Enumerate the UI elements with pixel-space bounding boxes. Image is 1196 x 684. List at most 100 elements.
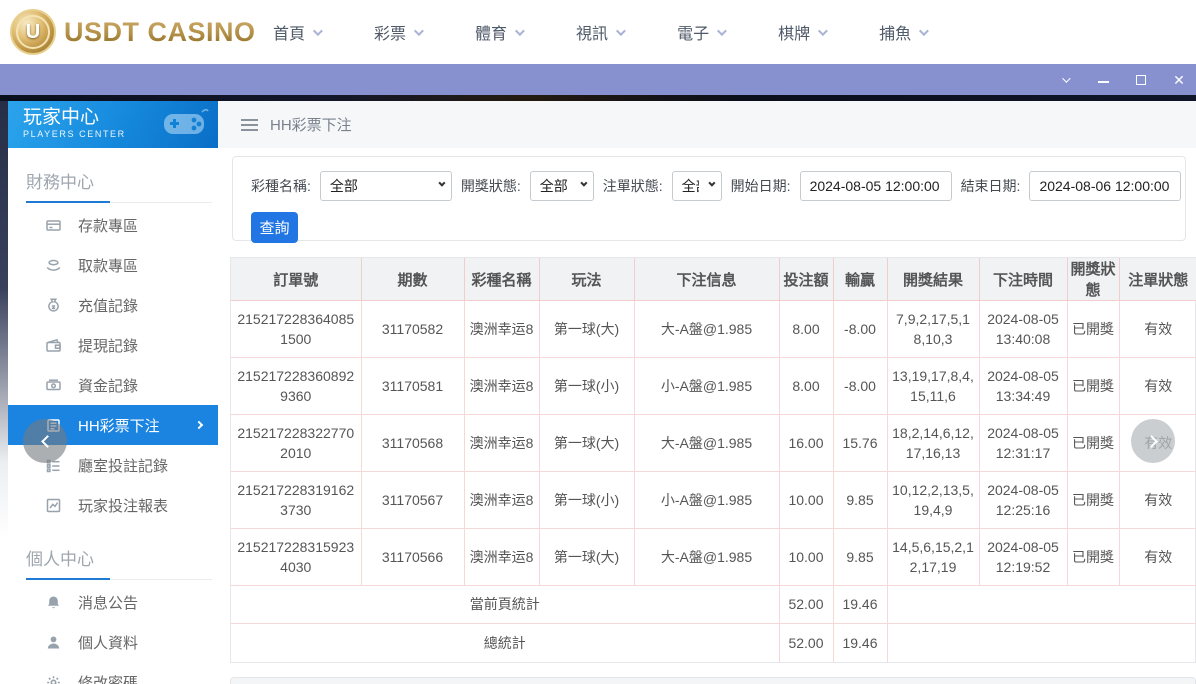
nav-label: 體育 <box>475 20 507 44</box>
section-divider <box>26 201 212 203</box>
cell-order-status: 有效 <box>1119 472 1196 529</box>
start-date-input[interactable] <box>800 171 952 201</box>
nav-item-home[interactable]: 首頁 <box>246 0 347 64</box>
start-date-label: 開始日期: <box>731 176 791 196</box>
menu-toggle-icon[interactable] <box>241 119 258 131</box>
window-left-edge <box>0 101 8 684</box>
window-maximize-button[interactable] <box>1134 73 1148 87</box>
sidebar-item-label: 取款專區 <box>78 255 138 276</box>
sidebar-item-announcements[interactable]: 消息公告 <box>8 582 218 622</box>
cell-period: 31170568 <box>361 415 464 472</box>
nav-item-fishing[interactable]: 捕魚 <box>852 0 953 64</box>
chevron-down-icon <box>414 26 424 36</box>
cell-play-type: 第一球(大) <box>539 415 634 472</box>
col-header-draw-result: 開獎結果 <box>887 258 979 301</box>
table-row: 2152172283159234030 31170566 澳洲幸运8 第一球(大… <box>231 529 1196 586</box>
end-date-input[interactable] <box>1029 171 1181 201</box>
table-header-row: 訂單號 期數 彩種名稱 玩法 下注信息 投注額 輸贏 開獎結果 下注時間 開獎狀… <box>231 258 1196 301</box>
bets-table-container: 訂單號 期數 彩種名稱 玩法 下注信息 投注額 輸贏 開獎結果 下注時間 開獎狀… <box>230 257 1196 663</box>
sidebar-item-recharge-records[interactable]: 充值記錄 <box>8 285 218 325</box>
sidebar-item-label: 個人資料 <box>78 632 138 653</box>
cell-bet-amount: 10.00 <box>779 472 833 529</box>
cell-draw-result: 10,12,2,13,5,19,4,9 <box>887 472 979 529</box>
col-header-play-type: 玩法 <box>539 258 634 301</box>
nav-item-sports[interactable]: 體育 <box>448 0 549 64</box>
section-heading-personal: 個人中心 <box>26 545 200 570</box>
chevron-down-icon <box>515 26 525 36</box>
banknote-icon <box>45 378 61 393</box>
window-close-button[interactable]: ✕ <box>1172 73 1186 87</box>
site-header: U USDT CASINO 首頁 彩票 體育 視訊 電子 <box>0 0 1196 64</box>
cell-bet-time: 2024-08-05 12:19:52 <box>979 529 1067 586</box>
cell-play-type: 第一球(小) <box>539 358 634 415</box>
summary-empty <box>887 586 1196 624</box>
search-button[interactable]: 查詢 <box>251 212 298 243</box>
summary-label: 總統計 <box>231 624 779 662</box>
main-content: HH彩票下注 彩種名稱: 全部 開獎狀態: 全部 注單狀態: 全部 <box>218 101 1196 684</box>
cell-win-loss: -8.00 <box>833 358 887 415</box>
cell-order-no: 2152172283640851500 <box>231 301 361 358</box>
sidebar-item-label: 存款專區 <box>78 215 138 236</box>
nav-item-slots[interactable]: 電子 <box>650 0 751 64</box>
nav-item-cards[interactable]: 棋牌 <box>751 0 852 64</box>
window-dropdown-button[interactable] <box>1058 73 1072 87</box>
nav-label: 捕魚 <box>879 20 911 44</box>
nav-item-lottery[interactable]: 彩票 <box>347 0 448 64</box>
pagination-panel <box>230 677 1196 684</box>
summary-label: 當前頁統計 <box>231 586 779 624</box>
collapse-sidebar-button[interactable] <box>23 419 67 463</box>
cell-play-type: 第一球(大) <box>539 301 634 358</box>
sidebar-item-fund-records[interactable]: 資金記錄 <box>8 365 218 405</box>
chevron-down-icon <box>313 26 323 36</box>
cell-win-loss: -8.00 <box>833 301 887 358</box>
nav-label: 首頁 <box>273 20 305 44</box>
nav-label: 棋牌 <box>778 20 810 44</box>
sidebar-item-deposit[interactable]: 存款專區 <box>8 205 218 245</box>
section-heading-finance: 財務中心 <box>26 168 200 193</box>
scroll-right-button[interactable] <box>1131 419 1175 463</box>
chevron-down-icon <box>616 26 626 36</box>
wallet-icon <box>45 338 61 353</box>
bell-icon <box>45 595 61 610</box>
summary-row-page: 當前頁統計 52.00 19.46 <box>231 586 1196 624</box>
col-header-win-loss: 輸贏 <box>833 258 887 301</box>
chevron-right-icon <box>1145 435 1158 448</box>
cell-win-loss: 15.76 <box>833 415 887 472</box>
draw-status-select[interactable]: 全部 <box>530 171 594 201</box>
summary-row-total: 總統計 52.00 19.46 <box>231 624 1196 662</box>
cell-lottery-name: 澳洲幸运8 <box>464 415 539 472</box>
cell-order-status: 有效 <box>1119 301 1196 358</box>
col-header-lottery-name: 彩種名稱 <box>464 258 539 301</box>
chart-report-icon <box>45 498 61 513</box>
logo-text: USDT CASINO <box>64 17 256 48</box>
cell-bet-info: 大-A盤@1.985 <box>634 529 779 586</box>
sidebar-item-change-password[interactable]: 修改密碼 <box>8 662 218 684</box>
cell-draw-status: 已開獎 <box>1067 529 1119 586</box>
nav-item-live[interactable]: 視訊 <box>549 0 650 64</box>
chevron-down-icon <box>818 26 828 36</box>
cell-order-status: 有效 <box>1119 358 1196 415</box>
cell-bet-info: 大-A盤@1.985 <box>634 301 779 358</box>
sidebar-item-player-bet-report[interactable]: 玩家投注報表 <box>8 485 218 525</box>
section-divider <box>26 578 212 580</box>
chevron-down-icon <box>1062 74 1070 82</box>
cell-bet-amount: 8.00 <box>779 358 833 415</box>
cell-draw-status: 已開獎 <box>1067 301 1119 358</box>
withdraw-hand-icon <box>45 258 61 273</box>
lottery-name-select[interactable]: 全部 <box>320 171 452 201</box>
cell-order-no: 2152172283191623730 <box>231 472 361 529</box>
sidebar-item-profile[interactable]: 個人資料 <box>8 622 218 662</box>
order-status-select[interactable]: 全部 <box>672 171 722 201</box>
deposit-card-icon <box>45 218 61 233</box>
cell-period: 31170582 <box>361 301 464 358</box>
cell-bet-time: 2024-08-05 12:25:16 <box>979 472 1067 529</box>
window-titlebar[interactable]: ✕ <box>0 64 1196 95</box>
sidebar-item-withdraw[interactable]: 取款專區 <box>8 245 218 285</box>
sidebar-item-cashout-records[interactable]: 提現記錄 <box>8 325 218 365</box>
cell-draw-status: 已開獎 <box>1067 415 1119 472</box>
sidebar-item-label: HH彩票下注 <box>78 415 160 436</box>
cell-period: 31170566 <box>361 529 464 586</box>
logo[interactable]: U USDT CASINO <box>10 9 256 55</box>
window-minimize-button[interactable] <box>1096 73 1110 87</box>
col-header-period: 期數 <box>361 258 464 301</box>
